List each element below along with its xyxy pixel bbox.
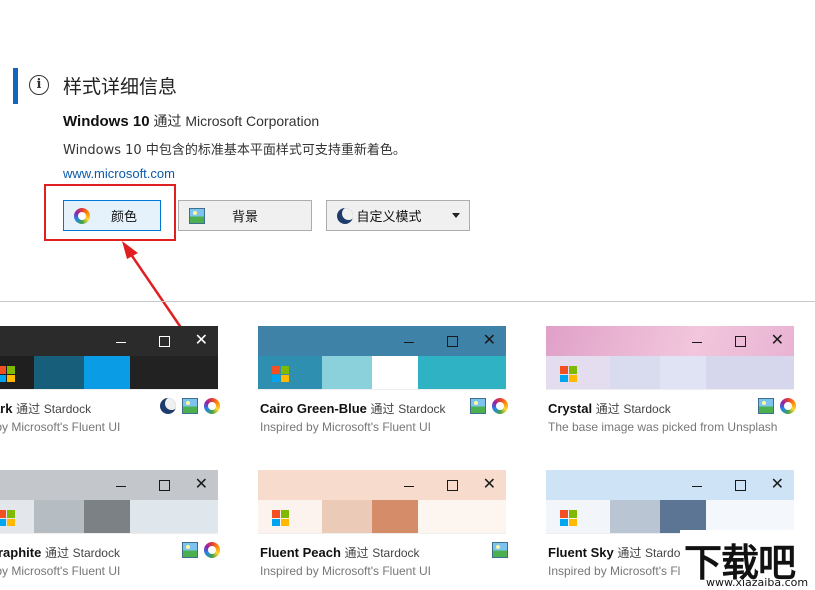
color-wheel-icon <box>492 398 508 414</box>
color-swatches <box>546 356 794 389</box>
card-subtitle: The base image was picked from Unsplash <box>548 420 778 434</box>
minimize-icon <box>692 342 702 343</box>
preview-titlebar: ✕ <box>546 470 794 500</box>
theme-preview: ✕ <box>0 470 218 534</box>
close-icon: ✕ <box>194 474 208 493</box>
maximize-icon <box>447 480 458 491</box>
windows-logo-icon <box>272 510 289 526</box>
by-word: 通过 <box>153 113 182 129</box>
card-subtitle: Inspired by Microsoft's Fluent UI <box>260 420 432 434</box>
minimize-icon <box>692 486 702 487</box>
card-subtitle: Inspired by Microsoft's Fluent UI <box>260 564 432 578</box>
picture-icon <box>492 542 508 558</box>
crescent-icon <box>160 398 176 414</box>
maximize-icon <box>735 480 746 491</box>
card-icons <box>758 398 796 414</box>
card-title: o Dark 通过 Stardock <box>0 401 92 416</box>
card-title: Fluent Peach 通过 Stardock <box>260 545 420 560</box>
picture-icon <box>470 398 486 414</box>
preview-titlebar: ✕ <box>258 470 506 500</box>
preview-titlebar: ✕ <box>0 326 218 356</box>
minimize-icon <box>116 342 126 343</box>
theme-card[interactable]: ✕ Cairo Green-Blue 通过 Stardock Inspired … <box>258 326 508 442</box>
windows-logo-icon <box>560 366 577 382</box>
card-icons <box>492 542 508 558</box>
theme-preview: ✕ <box>0 326 218 390</box>
theme-preview: ✕ <box>546 470 794 534</box>
preview-titlebar: ✕ <box>546 326 794 356</box>
theme-card[interactable]: ✕ o Dark 通过 Stardock ired by Microsoft's… <box>0 326 220 442</box>
minimize-icon <box>116 486 126 487</box>
card-title: Fluent Sky 通过 Stardo <box>548 545 681 560</box>
maximize-icon <box>159 336 170 347</box>
card-title: Cairo Green-Blue 通过 Stardock <box>260 401 446 416</box>
section-divider <box>0 301 815 302</box>
chevron-down-icon <box>452 213 460 218</box>
card-title: Crystal 通过 Stardock <box>548 401 671 416</box>
card-title: nt Graphite 通过 Stardock <box>0 545 120 560</box>
preview-titlebar: ✕ <box>0 470 218 500</box>
card-subtitle: ired by Microsoft's Fluent UI <box>0 564 121 578</box>
site-watermark: 下载吧 www.xiazaiba.com <box>680 530 815 590</box>
publisher-link[interactable]: www.microsoft.com <box>63 166 175 181</box>
card-icons <box>160 398 220 414</box>
color-swatches <box>546 500 794 533</box>
minimize-icon <box>404 342 414 343</box>
windows-logo-icon <box>0 510 15 526</box>
section-title: 样式详细信息 <box>63 76 178 98</box>
card-subtitle: Inspired by Microsoft's Fluen <box>548 564 701 578</box>
card-icons <box>182 542 220 558</box>
preview-titlebar: ✕ <box>258 326 506 356</box>
windows-logo-icon <box>560 510 577 526</box>
color-swatches <box>0 356 218 389</box>
close-icon: ✕ <box>194 330 208 349</box>
maximize-icon <box>159 480 170 491</box>
picture-icon <box>758 398 774 414</box>
annotation-highlight-box <box>44 184 176 241</box>
color-swatches <box>258 356 506 389</box>
theme-card[interactable]: ✕ Fluent Peach 通过 Stardock Inspired by M… <box>258 470 508 586</box>
theme-line: Windows 10 通过 Microsoft Corporation <box>63 111 319 131</box>
windows-logo-icon <box>272 366 289 382</box>
theme-preview: ✕ <box>258 326 506 390</box>
theme-preview: ✕ <box>546 326 794 390</box>
picture-icon <box>182 542 198 558</box>
close-icon: ✕ <box>482 330 496 349</box>
background-button[interactable]: 背景 <box>178 200 312 231</box>
close-icon: ✕ <box>770 330 784 349</box>
custom-mode-label: 自定义模式 <box>356 210 422 225</box>
close-icon: ✕ <box>482 474 496 493</box>
section-accent-bar <box>13 68 18 104</box>
theme-preview: ✕ <box>258 470 506 534</box>
maximize-icon <box>735 336 746 347</box>
color-wheel-icon <box>780 398 796 414</box>
theme-card[interactable]: ✕ Crystal 通过 Stardock The base image was… <box>546 326 796 442</box>
color-swatches <box>0 500 218 533</box>
custom-mode-dropdown[interactable]: 自定义模式 <box>326 200 470 231</box>
picture-icon <box>182 398 198 414</box>
publisher: Microsoft Corporation <box>185 113 320 129</box>
watermark-url: www.xiazaiba.com <box>706 576 809 589</box>
card-icons <box>470 398 508 414</box>
background-button-label: 背景 <box>231 210 258 225</box>
info-icon: i <box>29 75 49 95</box>
maximize-icon <box>447 336 458 347</box>
theme-description: Windows 10 中包含的标准基本平面样式可支持重新着色。 <box>63 143 406 158</box>
windows-logo-icon <box>0 366 15 382</box>
color-wheel-icon <box>204 542 220 558</box>
minimize-icon <box>404 486 414 487</box>
close-icon: ✕ <box>770 474 784 493</box>
theme-card[interactable]: ✕ nt Graphite 通过 Stardock ired by Micros… <box>0 470 220 586</box>
theme-name: Windows 10 <box>63 113 150 130</box>
color-wheel-icon <box>204 398 220 414</box>
card-subtitle: ired by Microsoft's Fluent UI <box>0 420 121 434</box>
color-swatches <box>258 500 506 533</box>
